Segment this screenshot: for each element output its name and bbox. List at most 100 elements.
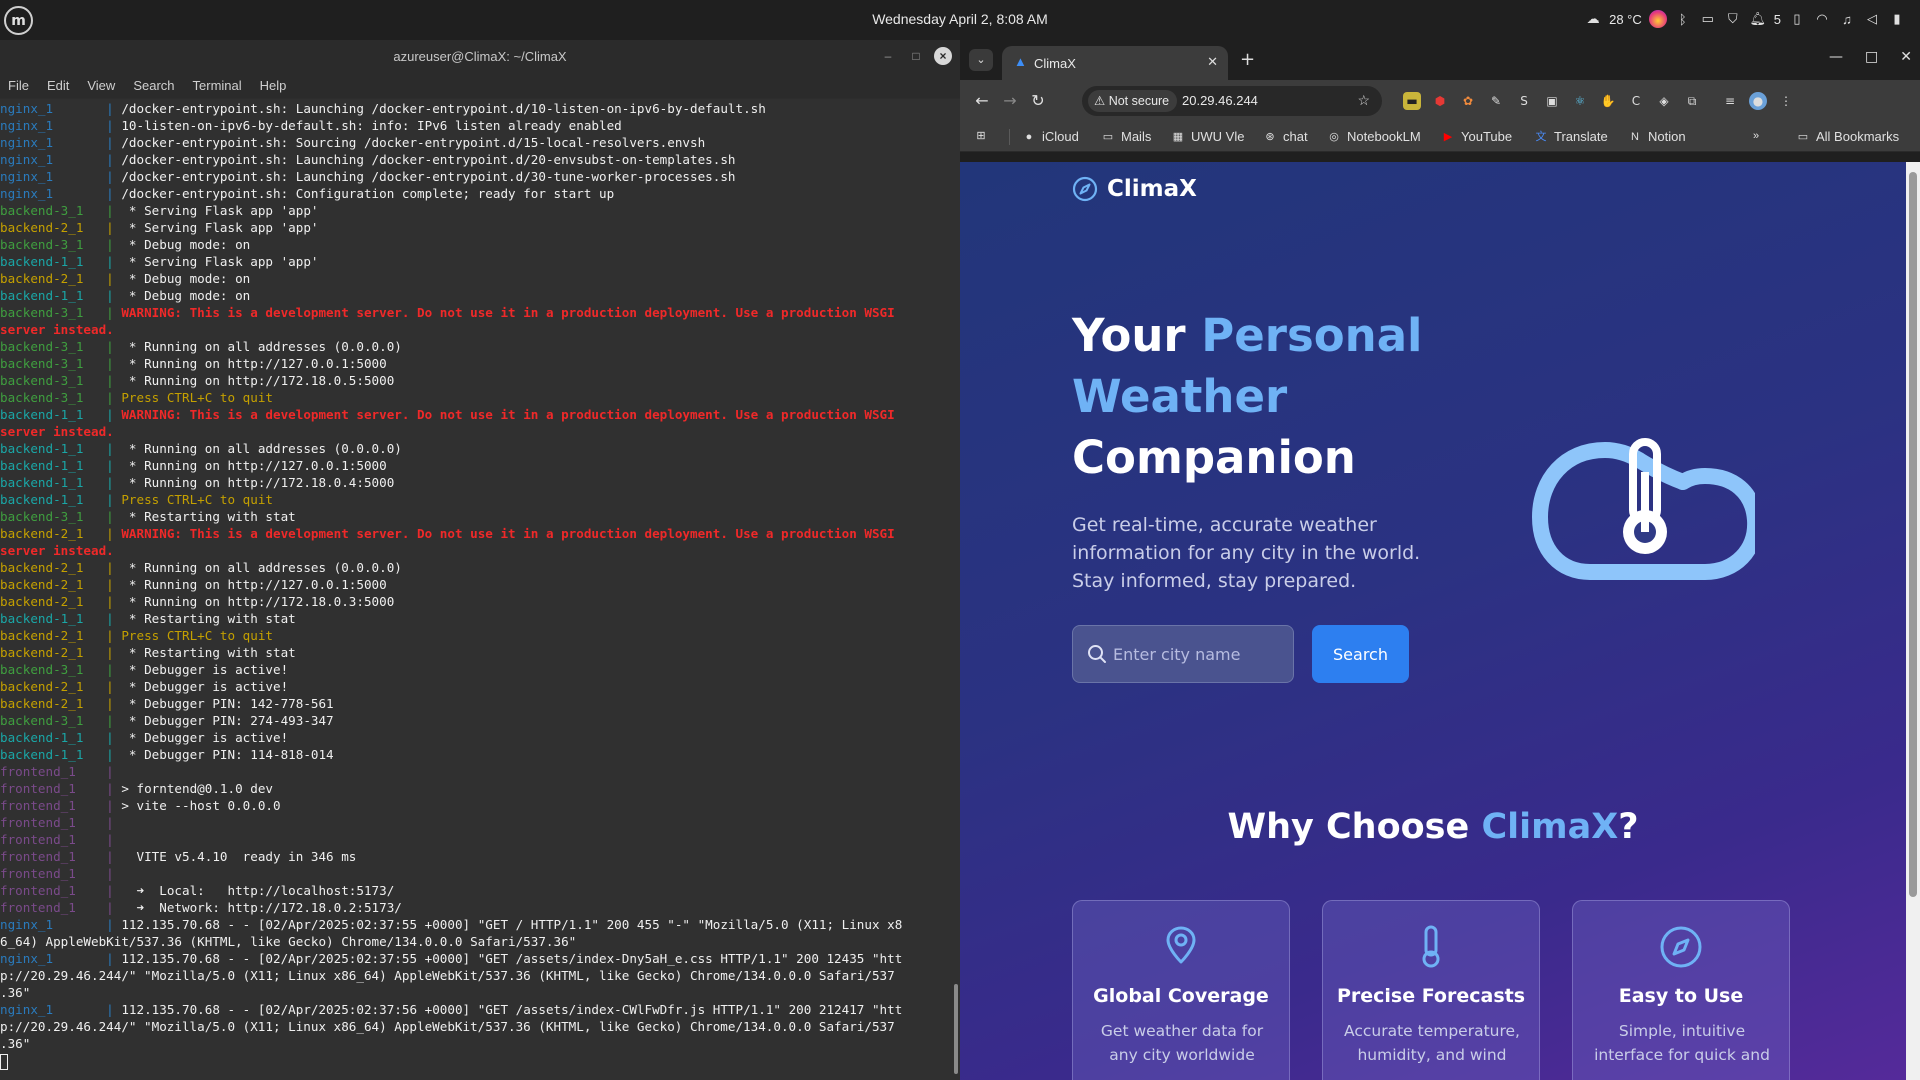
city-search-input[interactable] — [1113, 626, 1288, 682]
color-picker-icon[interactable]: ✎ — [1487, 92, 1505, 110]
bookmark-notebooklm[interactable]: ◎ NotebookLM — [1327, 129, 1421, 144]
menu-edit[interactable]: Edit — [47, 78, 69, 93]
heading-part: ? — [1618, 807, 1639, 847]
hero-title: Your Personal Weather Companion — [1072, 305, 1452, 488]
close-window-icon[interactable]: ✕ — [1900, 49, 1912, 65]
prefix-separator: | — [53, 917, 114, 932]
apps-grid-icon[interactable]: ⊞ — [974, 129, 988, 143]
terminal-line: backend-1_1 | * Restarting with stat — [0, 610, 952, 627]
log-text: p://20.29.46.244/" "Mozilla/5.0 (X11; Li… — [0, 968, 895, 983]
feature-title: Easy to Use — [1618, 985, 1744, 1007]
extension-icon[interactable]: ◈ — [1655, 92, 1673, 110]
feature-card-precise-forecasts: Precise Forecasts Accurate temperature, … — [1322, 900, 1540, 1080]
tab-climax[interactable]: ▲ ClimaX ✕ — [1002, 46, 1228, 80]
prefix-separator: | — [83, 492, 114, 507]
temperature-readout[interactable]: 28 °C — [1609, 12, 1642, 27]
close-icon[interactable]: × — [934, 47, 952, 65]
extension-icon[interactable]: ✿ — [1459, 92, 1477, 110]
container-prefix: backend-1_1 — [0, 458, 84, 473]
log-text: * Serving Flask app 'app' — [121, 203, 319, 218]
prefix-separator: | — [83, 560, 114, 575]
app-indicator-icon[interactable] — [1648, 10, 1667, 28]
new-tab-icon[interactable]: + — [1240, 49, 1255, 70]
react-devtools-icon[interactable]: ⚛ — [1571, 92, 1589, 110]
menu-file[interactable]: File — [8, 78, 29, 93]
container-prefix: backend-1_1 — [0, 407, 84, 422]
minimize-icon[interactable]: – — [878, 46, 898, 66]
volume-icon[interactable]: ◁ — [1863, 10, 1881, 28]
image-icon[interactable]: ▣ — [1543, 92, 1561, 110]
menu-terminal[interactable]: Terminal — [193, 78, 242, 93]
terminal-line: server instead. — [0, 423, 952, 440]
terminal-titlebar[interactable]: azureuser@ClimaX: ~/ClimaX – □ × — [0, 40, 960, 73]
maximize-icon[interactable]: □ — [1865, 49, 1878, 65]
terminal-scrollbar[interactable] — [952, 99, 960, 1080]
bookmark-icloud[interactable]: ● iCloud — [1022, 129, 1079, 144]
bluetooth-icon[interactable]: ᛒ — [1674, 10, 1692, 28]
terminal-line: nginx_1 | /docker-entrypoint.sh: Configu… — [0, 185, 952, 202]
apple-icon: ● — [1025, 130, 1033, 143]
notification-count[interactable]: 5 — [1774, 12, 1781, 27]
menu-search[interactable]: Search — [133, 78, 174, 93]
terminal-line: frontend_1 | ➜ Local: http://localhost:5… — [0, 882, 952, 899]
mint-menu-icon[interactable]: m — [4, 6, 33, 35]
maximize-icon[interactable]: □ — [906, 46, 926, 66]
bookmarks-overflow-icon[interactable]: » — [1749, 129, 1763, 143]
page-scrollbar[interactable] — [1906, 162, 1920, 1080]
profile-avatar[interactable]: ● — [1749, 92, 1767, 110]
menu-kebab-icon[interactable]: ⋮ — [1777, 92, 1795, 110]
extension-icon[interactable]: ▬ — [1403, 92, 1421, 110]
terminal-line: backend-1_1 | * Running on http://172.18… — [0, 474, 952, 491]
media-controls-icon[interactable]: ≡ — [1721, 92, 1739, 110]
minimize-icon[interactable]: — — [1829, 49, 1843, 65]
battery-icon[interactable]: ▮ — [1888, 10, 1906, 28]
adblock-icon[interactable]: ⬢ — [1431, 92, 1449, 110]
brand-logo[interactable]: ClimaX — [1072, 176, 1197, 202]
wifi-icon[interactable]: ◠ — [1813, 10, 1831, 28]
search-icon — [1088, 645, 1106, 663]
system-clock[interactable]: Wednesday April 2, 8:08 AM — [872, 11, 1048, 27]
shield-icon[interactable]: ⛉ — [1724, 10, 1742, 28]
log-text: 112.135.70.68 - - [02/Apr/2025:02:37:56 … — [121, 1002, 903, 1017]
bookmark-chat[interactable]: ⊛ chat — [1263, 129, 1307, 144]
address-bar[interactable]: ⚠ Not secure 20.29.46.244 ☆ — [1082, 86, 1382, 116]
back-icon[interactable]: ← — [972, 91, 992, 110]
terminal-output[interactable]: nginx_1 | /docker-entrypoint.sh: Launchi… — [0, 99, 952, 1080]
notification-icon[interactable]: 🔔︎ — [1749, 10, 1767, 28]
search-button[interactable]: Search — [1312, 625, 1409, 683]
city-search-field[interactable] — [1072, 625, 1294, 683]
music-icon[interactable]: ♫ — [1838, 10, 1856, 28]
reload-icon[interactable]: ↻ — [1028, 91, 1048, 110]
menu-view[interactable]: View — [87, 78, 115, 93]
bookmark-translate[interactable]: 文 Translate — [1534, 129, 1608, 144]
bookmark-notion[interactable]: N Notion — [1628, 129, 1686, 144]
forward-icon[interactable]: → — [1000, 91, 1020, 110]
close-tab-icon[interactable]: ✕ — [1207, 54, 1218, 70]
prefix-separator: | — [83, 594, 114, 609]
prefix-separator: | — [83, 577, 114, 592]
log-text: 10-listen-on-ipv6-by-default.sh: info: I… — [121, 118, 622, 133]
document-icon[interactable]: ▯ — [1788, 10, 1806, 28]
menu-help[interactable]: Help — [260, 78, 287, 93]
container-prefix: frontend_1 — [0, 866, 76, 881]
container-prefix: nginx_1 — [0, 1002, 54, 1017]
extensions-puzzle-icon[interactable]: ⧉ — [1683, 92, 1701, 110]
terminal-scroll-thumb[interactable] — [954, 984, 958, 1074]
page-scroll-thumb[interactable] — [1909, 172, 1917, 897]
terminal-line: frontend_1 | VITE v5.4.10 ready in 346 m… — [0, 848, 952, 865]
url-text[interactable]: 20.29.46.244 — [1182, 93, 1258, 108]
clipboard-icon[interactable]: ▭ — [1699, 10, 1717, 28]
extension-s-icon[interactable]: S — [1515, 92, 1533, 110]
all-bookmarks-folder[interactable]: ▭ All Bookmarks — [1796, 129, 1899, 144]
bookmark-mails[interactable]: ▭ Mails — [1101, 129, 1152, 144]
extension-icon[interactable]: C — [1627, 92, 1645, 110]
weather-cloud-icon[interactable]: ☁ — [1584, 10, 1602, 28]
security-chip[interactable]: ⚠ Not secure — [1088, 90, 1178, 112]
terminal-line: p://20.29.46.244/" "Mozilla/5.0 (X11; Li… — [0, 967, 952, 984]
extension-icon[interactable]: ✋ — [1599, 92, 1617, 110]
bookmark-uwu-vle[interactable]: ▦ UWU Vle — [1171, 129, 1245, 144]
bookmark-star-icon[interactable]: ☆ — [1357, 92, 1370, 109]
log-text: * Debug mode: on — [121, 237, 251, 252]
tab-search-button[interactable]: ⌄ — [969, 49, 993, 71]
bookmark-youtube[interactable]: ▶ YouTube — [1441, 129, 1512, 144]
